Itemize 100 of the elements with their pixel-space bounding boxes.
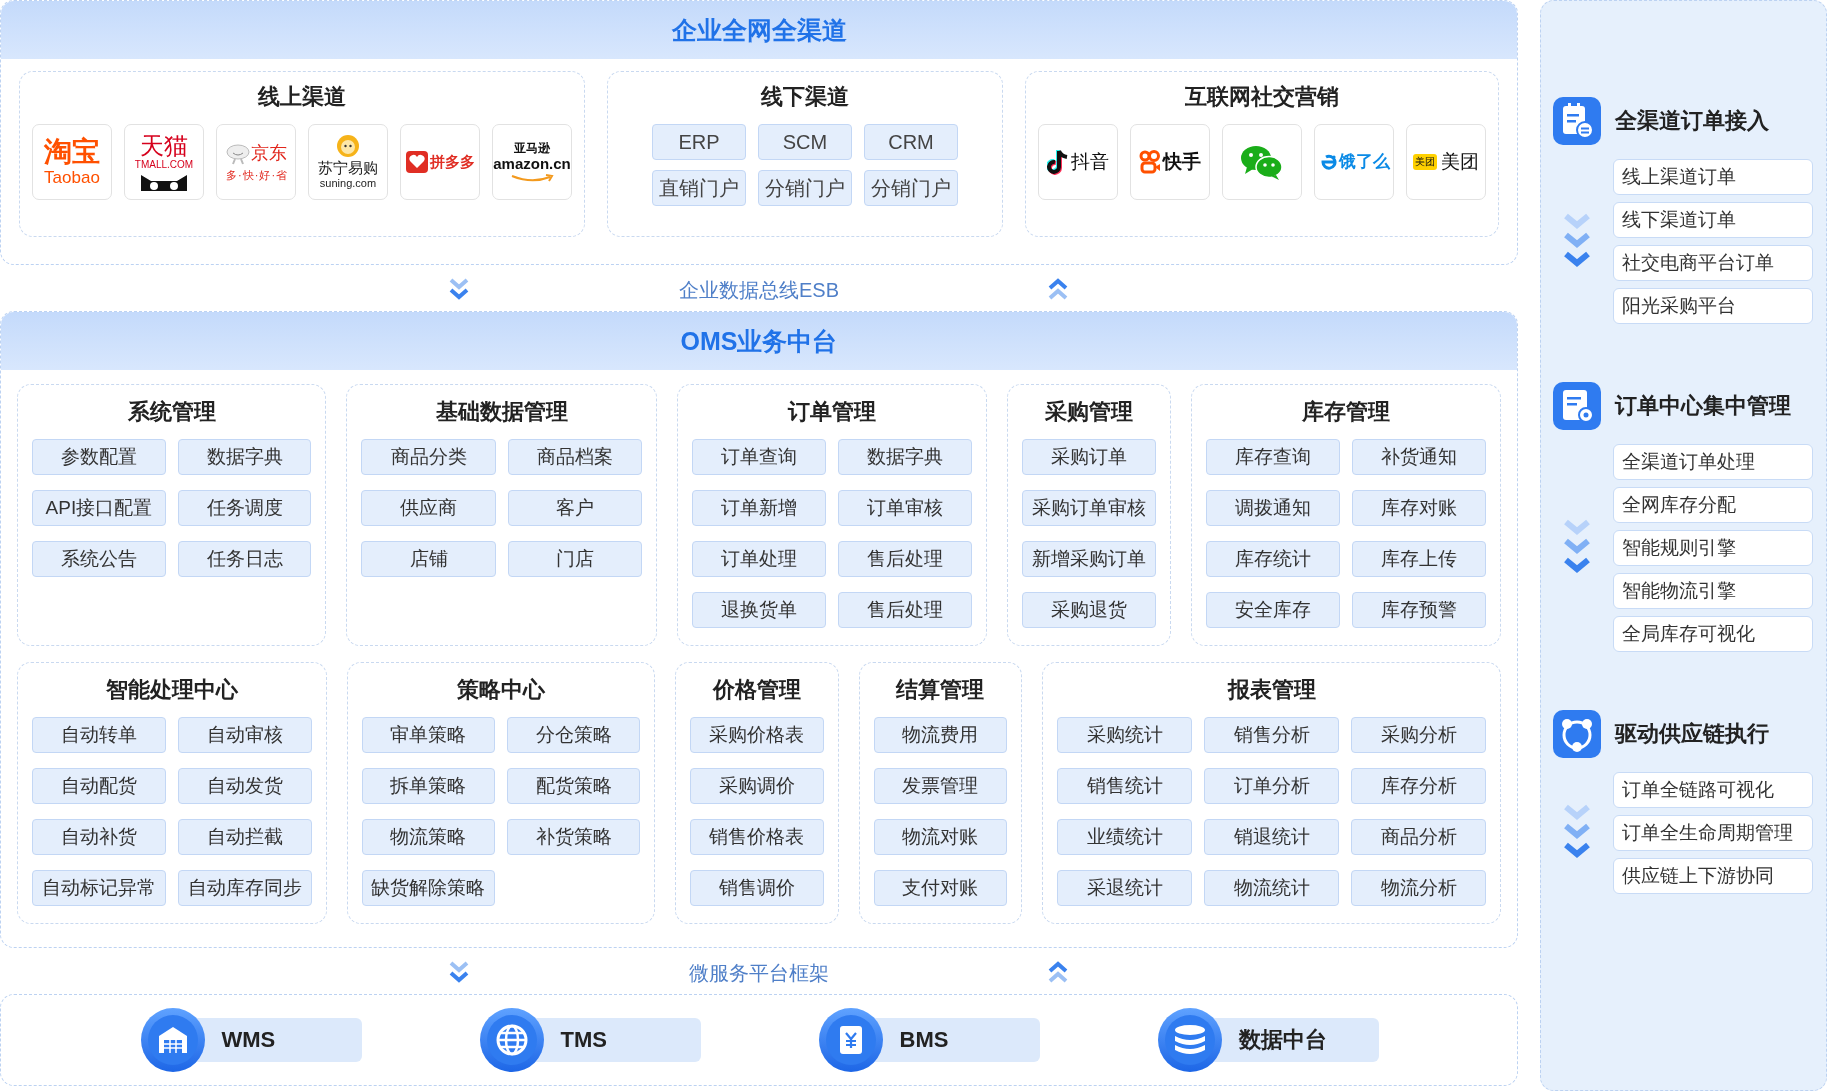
capability-item: 社交电商平台订单	[1613, 245, 1813, 281]
bus-label: 企业数据总线ESB	[679, 279, 839, 301]
function-chip: 调拨通知	[1205, 490, 1340, 526]
function-chip: 采购分析	[1351, 717, 1486, 753]
function-chip: 补货策略	[506, 819, 641, 855]
smile-arrow-icon	[510, 174, 554, 183]
function-chip: 库存统计	[1205, 541, 1340, 577]
system-chip: 分销门户	[864, 170, 958, 206]
function-chip: 销售统计	[1057, 768, 1193, 804]
function-chip: 采购统计	[1057, 717, 1193, 753]
document-gear-icon	[1553, 382, 1601, 430]
double-chevron-down-icon	[449, 277, 469, 301]
module-title: 策略中心	[455, 676, 546, 704]
brand-tagline: 多 · 快 · 好 · 省	[225, 169, 287, 182]
section-title: 驱动供应链执行	[1615, 720, 1769, 748]
function-chip: 数据字典	[177, 439, 312, 475]
module-title: 报表管理	[1226, 676, 1317, 704]
capability-item: 全局库存可视化	[1613, 616, 1813, 652]
capability-item: 线下渠道订单	[1613, 202, 1813, 238]
function-chip: 物流对账	[873, 819, 1008, 855]
function-chip: 参数配置	[32, 439, 166, 475]
function-chip: 补货通知	[1351, 439, 1486, 475]
function-chip: 采购价格表	[690, 717, 824, 753]
section-title: 全渠道订单接入	[1615, 107, 1769, 135]
function-chip: 采购订单	[1022, 439, 1156, 475]
function-chip: 采购退货	[1022, 592, 1156, 628]
system-chip: 直销门户	[652, 170, 746, 206]
music-note-icon	[1047, 149, 1069, 175]
network-nodes-icon	[1553, 710, 1601, 758]
function-chip: 物流统计	[1204, 870, 1339, 906]
brand-tagline: amazon.cn	[493, 156, 571, 173]
function-chip: 订单处理	[691, 541, 827, 577]
function-chip: 数据字典	[838, 439, 973, 475]
function-chip: 退换货单	[691, 592, 827, 628]
function-chip: 自动库存同步	[177, 870, 312, 906]
double-chevron-down-icon	[449, 960, 469, 984]
function-chip: 发票管理	[873, 768, 1008, 804]
system-chip: ERP	[652, 124, 746, 160]
capability-item: 供应链上下游协同	[1613, 858, 1813, 894]
function-chip: 自动审核	[177, 717, 312, 753]
function-chip: 自动转单	[32, 717, 166, 753]
brand-badge: 美团	[1413, 153, 1437, 171]
function-chip: 业绩统计	[1057, 819, 1193, 855]
section-header: OMS业务中台	[1, 312, 1517, 370]
module-title: 结算管理	[894, 676, 986, 704]
function-chip: 商品分类	[361, 439, 496, 475]
system-chip: CRM	[864, 124, 958, 160]
function-chip: 自动拦截	[177, 819, 312, 855]
function-chip: 任务日志	[177, 541, 312, 577]
function-chip: 采购调价	[690, 768, 824, 804]
brand-name: 亚马逊	[514, 141, 550, 155]
module-title: 采购管理	[1043, 398, 1134, 426]
function-chip: 物流分析	[1351, 870, 1486, 906]
brand-name: 淘宝	[44, 137, 100, 167]
function-chip: 缺货解除策略	[361, 870, 495, 906]
module-title: 系统管理	[126, 398, 217, 426]
function-chip: 采购订单审核	[1022, 490, 1156, 526]
capability-item: 阳光采购平台	[1613, 288, 1813, 324]
channel-title: 线上渠道	[258, 83, 346, 111]
brand-name: 苏宁易购	[318, 160, 378, 177]
function-chip: 售后处理	[838, 592, 973, 628]
function-chip: 库存上传	[1351, 541, 1486, 577]
function-chip: 订单查询	[691, 439, 827, 475]
function-chip: 采退统计	[1057, 870, 1193, 906]
function-chip: 审单策略	[361, 717, 495, 753]
brand-name: 饿了么	[1338, 153, 1390, 171]
capability-item: 订单全生命周期管理	[1613, 815, 1813, 851]
function-chip: 自动配货	[32, 768, 166, 804]
framework-label: 微服务平台框架	[689, 962, 829, 984]
brand-name: 拼多多	[429, 154, 475, 170]
brand-tagline: suning.com	[319, 178, 377, 190]
function-chip: 订单审核	[838, 490, 973, 526]
function-chip: 客户	[507, 490, 642, 526]
chat-bubbles-icon	[1239, 143, 1285, 181]
brand-name: 京东	[251, 144, 287, 164]
function-chip: 库存查询	[1205, 439, 1340, 475]
capability-item: 全渠道订单处理	[1613, 444, 1813, 480]
brand-tagline: Taobao	[44, 168, 100, 187]
module-title: 基础数据管理	[434, 398, 569, 426]
system-chip: 分销门户	[758, 170, 852, 206]
function-chip: 商品分析	[1351, 819, 1486, 855]
function-chip: 拆单策略	[361, 768, 495, 804]
function-chip: 订单分析	[1204, 768, 1339, 804]
channel-title: 互联网社交营销	[1185, 83, 1339, 111]
brand-name: 天猫	[140, 133, 188, 159]
database-icon	[1156, 1007, 1223, 1073]
module-title: 订单管理	[786, 398, 878, 426]
function-chip: 店铺	[361, 541, 496, 577]
lion-mascot-icon	[335, 134, 361, 159]
function-chip: 配货策略	[506, 768, 641, 804]
system-chip: SCM	[758, 124, 852, 160]
function-chip: 订单新增	[691, 490, 827, 526]
function-chip: 售后处理	[838, 541, 973, 577]
capability-item: 订单全链路可视化	[1613, 772, 1813, 808]
heart-logo-icon	[405, 151, 428, 173]
capability-item: 智能规则引擎	[1613, 530, 1813, 566]
function-chip: 销售价格表	[690, 819, 824, 855]
double-chevron-up-icon	[1048, 960, 1068, 984]
double-chevron-up-icon	[1048, 277, 1068, 301]
brand-name: 美团	[1441, 152, 1479, 172]
